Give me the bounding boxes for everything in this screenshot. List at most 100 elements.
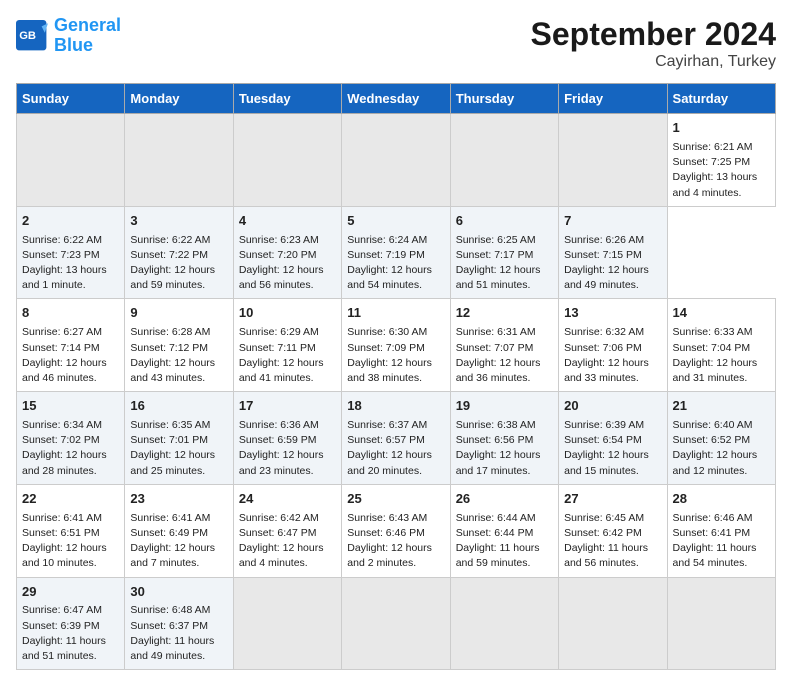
daylight: Daylight: 12 hours and 38 minutes. (347, 357, 432, 384)
daylight: Daylight: 12 hours and 7 minutes. (130, 542, 215, 569)
sunset: Sunset: 7:01 PM (130, 434, 208, 446)
calendar-day: 3Sunrise: 6:22 AMSunset: 7:22 PMDaylight… (125, 206, 233, 299)
sunset: Sunset: 6:41 PM (673, 527, 751, 539)
sunrise: Sunrise: 6:47 AM (22, 604, 102, 616)
calendar-table: SundayMondayTuesdayWednesdayThursdayFrid… (16, 83, 776, 670)
daylight: Daylight: 12 hours and 20 minutes. (347, 449, 432, 476)
daylight: Daylight: 12 hours and 15 minutes. (564, 449, 649, 476)
calendar-day: 18Sunrise: 6:37 AMSunset: 6:57 PMDayligh… (342, 392, 450, 485)
day-header-friday: Friday (559, 84, 667, 114)
sunrise: Sunrise: 6:30 AM (347, 326, 427, 338)
day-number: 14 (673, 304, 770, 323)
svg-text:GB: GB (19, 30, 36, 42)
sunset: Sunset: 7:17 PM (456, 249, 534, 261)
day-number: 17 (239, 397, 336, 416)
calendar-header: SundayMondayTuesdayWednesdayThursdayFrid… (17, 84, 776, 114)
day-number: 23 (130, 490, 227, 509)
day-number: 7 (564, 212, 661, 231)
daylight: Daylight: 12 hours and 17 minutes. (456, 449, 541, 476)
daylight: Daylight: 12 hours and 46 minutes. (22, 357, 107, 384)
sunset: Sunset: 7:19 PM (347, 249, 425, 261)
sunrise: Sunrise: 6:31 AM (456, 326, 536, 338)
day-number: 9 (130, 304, 227, 323)
calendar-day: 9Sunrise: 6:28 AMSunset: 7:12 PMDaylight… (125, 299, 233, 392)
calendar-day: 17Sunrise: 6:36 AMSunset: 6:59 PMDayligh… (233, 392, 341, 485)
sunrise: Sunrise: 6:48 AM (130, 604, 210, 616)
sunset: Sunset: 6:44 PM (456, 527, 534, 539)
daylight: Daylight: 12 hours and 12 minutes. (673, 449, 758, 476)
calendar-day: 29Sunrise: 6:47 AMSunset: 6:39 PMDayligh… (17, 577, 125, 670)
sunrise: Sunrise: 6:23 AM (239, 234, 319, 246)
logo-line2: Blue (54, 35, 93, 55)
calendar-day: 25Sunrise: 6:43 AMSunset: 6:46 PMDayligh… (342, 484, 450, 577)
sunset: Sunset: 6:49 PM (130, 527, 208, 539)
day-number: 21 (673, 397, 770, 416)
day-header-sunday: Sunday (17, 84, 125, 114)
calendar-day: 1Sunrise: 6:21 AMSunset: 7:25 PMDaylight… (667, 114, 775, 207)
empty-cell (667, 577, 775, 670)
calendar-day: 22Sunrise: 6:41 AMSunset: 6:51 PMDayligh… (17, 484, 125, 577)
sunset: Sunset: 7:20 PM (239, 249, 317, 261)
page-subtitle: Cayirhan, Turkey (531, 53, 776, 71)
daylight: Daylight: 12 hours and 31 minutes. (673, 357, 758, 384)
daylight: Daylight: 13 hours and 1 minute. (22, 264, 107, 291)
day-number: 15 (22, 397, 119, 416)
day-number: 18 (347, 397, 444, 416)
sunrise: Sunrise: 6:29 AM (239, 326, 319, 338)
calendar-day: 26Sunrise: 6:44 AMSunset: 6:44 PMDayligh… (450, 484, 558, 577)
day-number: 4 (239, 212, 336, 231)
page-header: GB General Blue September 2024 Cayirhan,… (16, 16, 776, 71)
daylight: Daylight: 12 hours and 51 minutes. (456, 264, 541, 291)
sunset: Sunset: 7:23 PM (22, 249, 100, 261)
calendar-day: 11Sunrise: 6:30 AMSunset: 7:09 PMDayligh… (342, 299, 450, 392)
daylight: Daylight: 12 hours and 2 minutes. (347, 542, 432, 569)
calendar-day: 19Sunrise: 6:38 AMSunset: 6:56 PMDayligh… (450, 392, 558, 485)
daylight: Daylight: 11 hours and 51 minutes. (22, 635, 106, 662)
calendar-week: 15Sunrise: 6:34 AMSunset: 7:02 PMDayligh… (17, 392, 776, 485)
day-number: 13 (564, 304, 661, 323)
sunset: Sunset: 7:07 PM (456, 342, 534, 354)
empty-cell (233, 114, 341, 207)
calendar-day: 24Sunrise: 6:42 AMSunset: 6:47 PMDayligh… (233, 484, 341, 577)
day-number: 25 (347, 490, 444, 509)
sunrise: Sunrise: 6:34 AM (22, 419, 102, 431)
sunset: Sunset: 6:37 PM (130, 620, 208, 632)
day-number: 3 (130, 212, 227, 231)
calendar-day: 6Sunrise: 6:25 AMSunset: 7:17 PMDaylight… (450, 206, 558, 299)
daylight: Daylight: 12 hours and 10 minutes. (22, 542, 107, 569)
sunrise: Sunrise: 6:41 AM (22, 512, 102, 524)
sunrise: Sunrise: 6:36 AM (239, 419, 319, 431)
sunset: Sunset: 7:14 PM (22, 342, 100, 354)
daylight: Daylight: 12 hours and 43 minutes. (130, 357, 215, 384)
day-number: 16 (130, 397, 227, 416)
sunrise: Sunrise: 6:24 AM (347, 234, 427, 246)
sunrise: Sunrise: 6:35 AM (130, 419, 210, 431)
day-number: 5 (347, 212, 444, 231)
calendar-day: 16Sunrise: 6:35 AMSunset: 7:01 PMDayligh… (125, 392, 233, 485)
sunrise: Sunrise: 6:33 AM (673, 326, 753, 338)
daylight: Daylight: 11 hours and 54 minutes. (673, 542, 757, 569)
empty-cell (559, 114, 667, 207)
sunrise: Sunrise: 6:22 AM (22, 234, 102, 246)
empty-cell (342, 114, 450, 207)
day-number: 6 (456, 212, 553, 231)
calendar-day: 28Sunrise: 6:46 AMSunset: 6:41 PMDayligh… (667, 484, 775, 577)
day-number: 29 (22, 583, 119, 602)
sunset: Sunset: 6:54 PM (564, 434, 642, 446)
sunrise: Sunrise: 6:44 AM (456, 512, 536, 524)
daylight: Daylight: 11 hours and 56 minutes. (564, 542, 648, 569)
sunrise: Sunrise: 6:39 AM (564, 419, 644, 431)
calendar-day: 7Sunrise: 6:26 AMSunset: 7:15 PMDaylight… (559, 206, 667, 299)
sunrise: Sunrise: 6:27 AM (22, 326, 102, 338)
day-number: 30 (130, 583, 227, 602)
sunrise: Sunrise: 6:32 AM (564, 326, 644, 338)
day-number: 10 (239, 304, 336, 323)
sunset: Sunset: 6:47 PM (239, 527, 317, 539)
calendar-day: 10Sunrise: 6:29 AMSunset: 7:11 PMDayligh… (233, 299, 341, 392)
empty-cell (17, 114, 125, 207)
day-header-monday: Monday (125, 84, 233, 114)
daylight: Daylight: 13 hours and 4 minutes. (673, 171, 758, 198)
sunrise: Sunrise: 6:28 AM (130, 326, 210, 338)
daylight: Daylight: 12 hours and 41 minutes. (239, 357, 324, 384)
calendar-day: 5Sunrise: 6:24 AMSunset: 7:19 PMDaylight… (342, 206, 450, 299)
